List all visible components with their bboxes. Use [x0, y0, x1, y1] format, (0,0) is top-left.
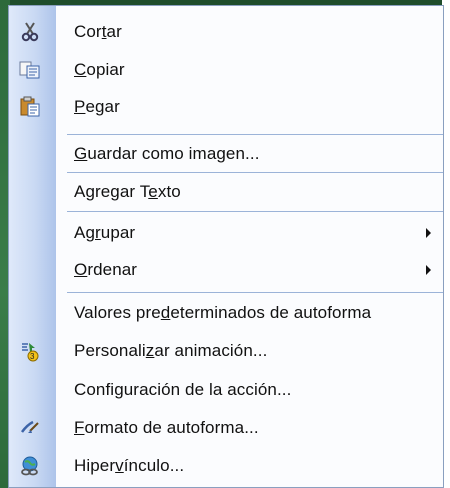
- menu-item-action-settings[interactable]: Configuración de la acción...: [9, 373, 443, 407]
- paste-icon: [19, 96, 41, 118]
- menu-item-label: Pegar: [74, 97, 120, 116]
- menu-item-save-as-image[interactable]: Guardar como imagen...: [9, 137, 443, 171]
- submenu-arrow-icon: [426, 228, 431, 238]
- hyperlink-icon: [19, 455, 41, 477]
- menu-item-cut[interactable]: Cortar: [9, 15, 443, 49]
- menu-separator: [67, 134, 443, 135]
- menu-item-label: Configuración de la acción...: [74, 380, 292, 399]
- copy-icon: [19, 59, 41, 81]
- menu-item-label: Agregar Texto: [74, 182, 181, 201]
- animation-icon: 3: [19, 340, 41, 362]
- menu-item-copy[interactable]: Copiar: [9, 53, 443, 87]
- menu-item-group[interactable]: Agrupar: [9, 216, 443, 250]
- menu-item-label: Guardar como imagen...: [74, 144, 260, 163]
- menu-separator: [67, 172, 443, 173]
- menu-item-label: Copiar: [74, 60, 125, 79]
- menu-separator: [67, 211, 443, 212]
- menu-item-label: Hipervínculo...: [74, 456, 185, 475]
- format-brush-icon: [19, 417, 41, 439]
- menu-item-label: Cortar: [74, 22, 122, 41]
- menu-item-hyperlink[interactable]: Hipervínculo...: [9, 449, 443, 483]
- menu-item-autoshape-defaults[interactable]: Valores predeterminados de autoforma: [9, 296, 443, 330]
- menu-item-label: Valores predeterminados de autoforma: [74, 303, 372, 322]
- menu-separator: [67, 292, 443, 293]
- menu-item-label: Personalizar animación...: [74, 341, 268, 360]
- submenu-arrow-icon: [426, 265, 431, 275]
- scissors-icon: [19, 21, 41, 43]
- svg-text:3: 3: [30, 352, 35, 361]
- context-menu: Cortar Copiar Pegar Guardar como imagen.…: [8, 5, 444, 488]
- menu-item-format-autoshape[interactable]: Formato de autoforma...: [9, 411, 443, 445]
- menu-item-paste[interactable]: Pegar: [9, 90, 443, 124]
- menu-item-add-text[interactable]: Agregar Texto: [9, 175, 443, 209]
- menu-item-custom-animation[interactable]: 3 Personalizar animación...: [9, 334, 443, 368]
- menu-item-label: Formato de autoforma...: [74, 418, 259, 437]
- menu-item-label: Agrupar: [74, 223, 136, 242]
- menu-item-label: Ordenar: [74, 260, 138, 279]
- menu-item-order[interactable]: Ordenar: [9, 253, 443, 287]
